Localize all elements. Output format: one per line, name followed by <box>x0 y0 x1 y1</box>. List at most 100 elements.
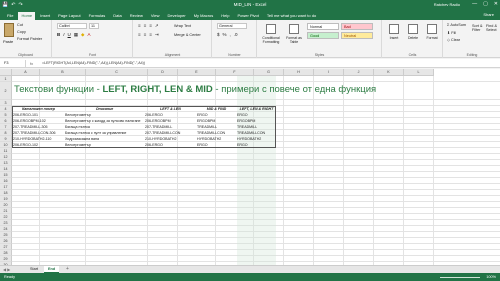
orientation-icon[interactable]: ↗ <box>155 23 159 29</box>
table-cell[interactable]: ERGO <box>236 142 276 148</box>
maximize-button[interactable]: ▢ <box>483 1 488 7</box>
number-format-select[interactable]: General <box>217 23 247 29</box>
close-button[interactable]: ✕ <box>494 1 498 7</box>
merge-center-button[interactable]: Merge & Center <box>174 33 201 37</box>
italic-button[interactable]: I <box>63 32 64 38</box>
tab-home[interactable]: Home <box>18 12 36 20</box>
tab-power-pivot[interactable]: Power Pivot <box>235 12 262 20</box>
autosum-button[interactable]: Σ AutoSum <box>447 23 466 27</box>
zoom-level[interactable]: 100% <box>486 273 496 281</box>
add-sheet-button[interactable]: + <box>66 266 69 272</box>
tab-file[interactable]: File <box>4 12 16 20</box>
underline-button[interactable]: U <box>68 32 71 38</box>
align-left-icon[interactable]: ≡ <box>138 32 141 38</box>
format-table-icon <box>289 24 299 34</box>
align-center-icon[interactable]: ≡ <box>144 32 147 38</box>
sheet-tab-bar: ◀ ▶ Start End + <box>0 265 500 273</box>
table-cell[interactable]: ERGO <box>196 142 236 148</box>
clear-button[interactable]: ◇ Clear <box>447 37 460 42</box>
column-header-i[interactable]: I <box>314 69 344 76</box>
tab-review[interactable]: Review <box>127 12 146 20</box>
formula-input[interactable]: =LEFT(RIGHT(A4,LEN(A4)-FIND("-",A4)),LEN… <box>42 60 145 67</box>
table-cell[interactable]: Велоергометър <box>64 142 144 148</box>
align-top-icon[interactable]: ≡ <box>138 23 141 29</box>
format-painter-button[interactable]: Format Painter <box>17 37 42 41</box>
borders-icon[interactable]: ▦ <box>74 32 78 38</box>
column-header-j[interactable]: J <box>344 69 374 76</box>
column-header-b[interactable]: B <box>40 69 86 76</box>
column-header-c[interactable]: C <box>86 69 148 76</box>
worksheet-grid[interactable]: ABCDEFGHIJKL 1 2 3 4 5 6 7 8 9 10 11 12 13 14 15 16 17 18… <box>0 69 500 265</box>
comma-icon[interactable]: , <box>230 32 231 37</box>
share-button[interactable]: Share <box>483 12 494 17</box>
tab-help[interactable]: Help <box>218 12 232 20</box>
table-cell[interactable]: 206-ERGO <box>144 142 196 148</box>
column-header-e[interactable]: E <box>178 69 216 76</box>
paste-button[interactable]: Paste <box>3 39 13 44</box>
percent-icon[interactable]: % <box>223 32 227 37</box>
style-neutral[interactable]: Neutral <box>341 32 373 39</box>
insert-cells-icon <box>389 24 399 34</box>
font-label: Font <box>88 53 96 57</box>
cells-label: Cells <box>408 53 417 57</box>
bold-button[interactable]: B <box>57 32 60 38</box>
user-name[interactable]: Ratchev Radio <box>434 2 460 7</box>
sheet-nav-arrows[interactable]: ◀ ▶ <box>3 267 10 272</box>
column-header-f[interactable]: F <box>216 69 254 76</box>
style-normal[interactable]: Normal <box>307 23 339 30</box>
column-header-l[interactable]: L <box>404 69 434 76</box>
column-header-h[interactable]: H <box>284 69 314 76</box>
column-header-k[interactable]: K <box>374 69 404 76</box>
currency-icon[interactable]: $ <box>217 32 220 37</box>
sheet-tab-end[interactable]: End <box>44 266 60 273</box>
conditional-formatting-button[interactable]: Conditional Formatting <box>260 24 282 44</box>
column-header-d[interactable]: D <box>148 69 178 76</box>
font-color-icon[interactable]: A <box>88 32 91 38</box>
style-good[interactable]: Good <box>307 32 339 39</box>
sort-filter-button[interactable]: Sort & Filter <box>472 24 486 32</box>
clipboard-label: Clipboard <box>18 53 33 57</box>
tab-page-layout[interactable]: Page Layout <box>55 12 83 20</box>
copy-button[interactable]: Copy <box>17 30 26 34</box>
align-bottom-icon[interactable]: ≡ <box>149 23 152 29</box>
column-header-g[interactable]: G <box>254 69 284 76</box>
tab-my-macros[interactable]: My Macros <box>191 12 217 20</box>
number-label: Number <box>228 53 241 57</box>
format-as-table-button[interactable]: Format as Table <box>283 24 305 44</box>
tab-view[interactable]: View <box>148 12 163 20</box>
decimal-increase-icon[interactable]: .0 <box>234 32 238 37</box>
find-select-button[interactable]: Find & Select <box>486 24 500 32</box>
style-bad[interactable]: Bad <box>341 23 373 30</box>
minimize-button[interactable]: — <box>472 1 477 7</box>
status-ready: Ready <box>4 275 15 279</box>
format-cells-icon <box>427 24 437 34</box>
wrap-text-button[interactable]: Wrap Text <box>174 24 191 28</box>
tab-developer[interactable]: Developer <box>164 12 188 20</box>
conditional-formatting-icon <box>266 24 276 34</box>
fill-button[interactable]: ⬇ Fill <box>447 30 456 35</box>
tab-insert[interactable]: Insert <box>37 12 53 20</box>
format-cells-button[interactable]: Format <box>421 24 443 40</box>
zoom-slider[interactable] <box>440 276 480 278</box>
name-box[interactable]: F3 <box>2 60 26 67</box>
tab-formulas[interactable]: Formulas <box>86 12 109 20</box>
indent-icon[interactable]: ⇥ <box>155 32 159 38</box>
sheet-tab-start[interactable]: Start <box>26 266 42 273</box>
tell-me-search[interactable]: Tell me what you want to do <box>264 12 319 20</box>
tab-data[interactable]: Data <box>110 12 124 20</box>
paste-icon[interactable] <box>4 23 14 37</box>
cut-button[interactable]: Cut <box>17 23 23 27</box>
select-all-corner[interactable] <box>0 69 12 76</box>
font-group: Calibri 11 B I U ▦ ◆ A Font <box>53 20 133 58</box>
font-size-select[interactable]: 11 <box>89 23 99 29</box>
clipboard-group: Paste Cut Copy Format Painter Clipboard <box>0 20 52 58</box>
window-title: MID_LIN - Excel <box>233 2 267 7</box>
fx-icon[interactable]: fx <box>30 60 33 67</box>
font-name-select[interactable]: Calibri <box>57 23 87 29</box>
fill-color-icon[interactable]: ◆ <box>81 32 84 38</box>
table-cell[interactable]: 206-ERGO-102 <box>12 142 64 148</box>
column-header-a[interactable]: A <box>12 69 40 76</box>
align-middle-icon[interactable]: ≡ <box>144 23 147 29</box>
align-right-icon[interactable]: ≡ <box>149 32 152 38</box>
row-header[interactable]: 2 <box>0 82 12 100</box>
